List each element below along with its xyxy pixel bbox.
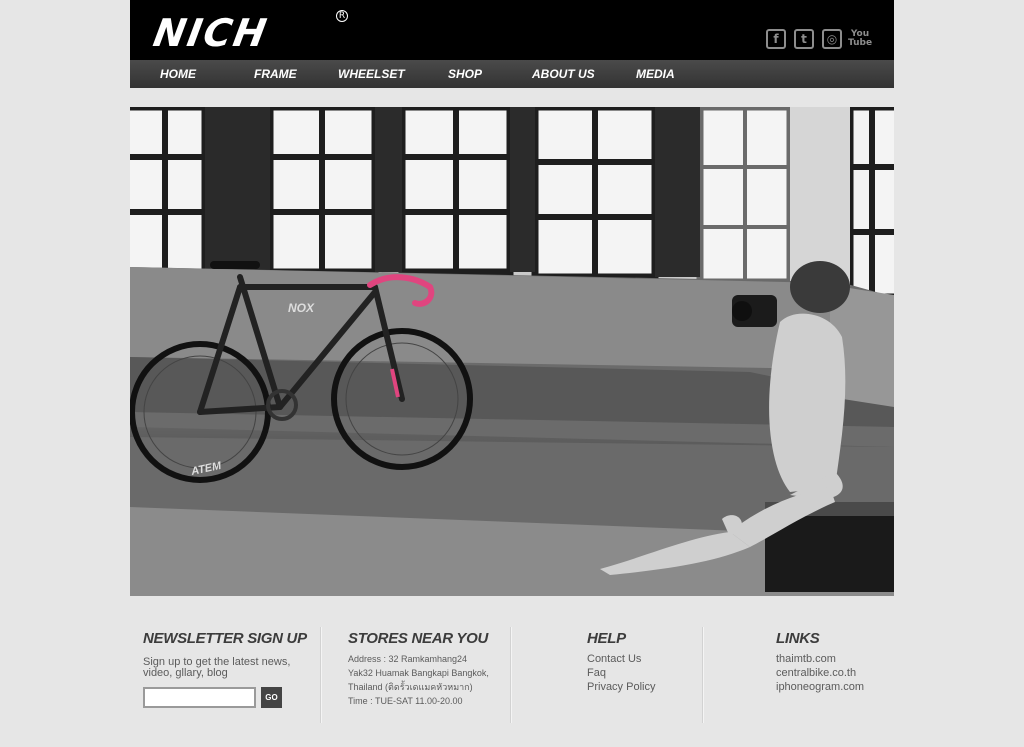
social-links: f t ◎ You Tube bbox=[766, 29, 873, 49]
store-address-line: Thailand (ติดรั้วเดแมคหัวหมาก) bbox=[348, 682, 473, 692]
link-thaimtb[interactable]: thaimtb.com bbox=[776, 652, 864, 666]
newsletter-text: Sign up to get the latest news, video, g… bbox=[143, 656, 291, 679]
frame-label: NOX bbox=[288, 301, 315, 315]
newsletter-section: NEWSLETTER SIGN UP Sign up to get the la… bbox=[143, 630, 307, 708]
help-link-privacy[interactable]: Privacy Policy bbox=[587, 680, 655, 694]
nav-about-us[interactable]: ABOUT US bbox=[532, 60, 595, 88]
store-address-line: Yak32 Huamak Bangkapi Bangkok, bbox=[348, 668, 489, 678]
help-link-faq[interactable]: Faq bbox=[587, 666, 655, 680]
newsletter-form: GO bbox=[143, 687, 307, 708]
help-section: HELP Contact Us Faq Privacy Policy bbox=[587, 630, 655, 694]
page: NICH R f t ◎ You Tube HOME FRAME WHEELSE… bbox=[0, 0, 1024, 747]
twitter-icon[interactable]: t bbox=[794, 29, 814, 49]
footer-divider bbox=[320, 627, 322, 723]
nav-wheelset[interactable]: WHEELSET bbox=[338, 60, 405, 88]
nav-media[interactable]: MEDIA bbox=[636, 60, 675, 88]
footer-divider bbox=[510, 627, 512, 723]
links-section: LINKS thaimtb.com centralbike.co.th ipho… bbox=[776, 630, 864, 694]
stores-title: STORES NEAR YOU bbox=[348, 630, 488, 647]
link-iphoneogram[interactable]: iphoneogram.com bbox=[776, 680, 864, 694]
stores-section: STORES NEAR YOU Address : 32 Ramkamhang2… bbox=[348, 630, 489, 708]
nav-shop[interactable]: SHOP bbox=[448, 60, 482, 88]
nav-frame[interactable]: FRAME bbox=[254, 60, 297, 88]
links-title: LINKS bbox=[776, 630, 820, 647]
youtube-icon[interactable]: You Tube bbox=[847, 29, 873, 49]
newsletter-email-input[interactable] bbox=[143, 687, 256, 708]
store-address-line: Address : 32 Ramkamhang24 bbox=[348, 654, 468, 664]
instagram-icon[interactable]: ◎ bbox=[822, 29, 842, 49]
nav-home[interactable]: HOME bbox=[160, 60, 196, 88]
newsletter-go-button[interactable]: GO bbox=[261, 687, 282, 708]
link-centralbike[interactable]: centralbike.co.th bbox=[776, 666, 864, 680]
hero-image: NOX ATEM bbox=[130, 107, 894, 596]
footer-divider bbox=[702, 627, 704, 723]
site-header: NICH R f t ◎ You Tube bbox=[130, 0, 894, 60]
nich-logo[interactable]: NICH bbox=[150, 8, 272, 58]
hero-illustration: NOX ATEM bbox=[130, 107, 894, 596]
store-hours: Time : TUE-SAT 11.00-20.00 bbox=[348, 696, 463, 706]
newsletter-title: NEWSLETTER SIGN UP bbox=[143, 630, 307, 647]
help-link-contact[interactable]: Contact Us bbox=[587, 652, 655, 666]
youtube-icon-bottom: Tube bbox=[847, 38, 873, 48]
help-title: HELP bbox=[587, 630, 626, 647]
main-nav: HOME FRAME WHEELSET SHOP ABOUT US MEDIA bbox=[130, 60, 894, 88]
facebook-icon[interactable]: f bbox=[766, 29, 786, 49]
registered-mark: R bbox=[336, 10, 348, 22]
